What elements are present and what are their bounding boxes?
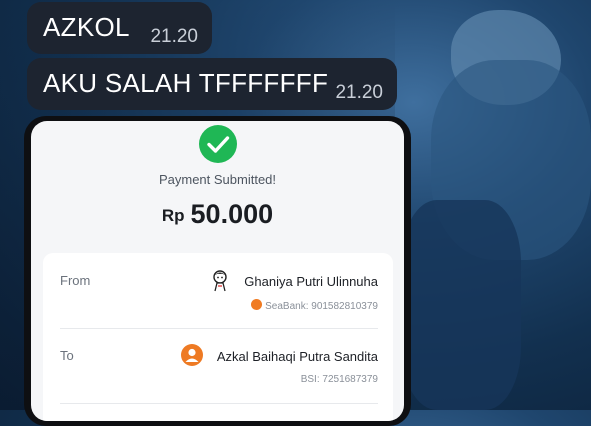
to-label: To	[60, 348, 74, 363]
from-label: From	[60, 273, 91, 288]
divider	[60, 403, 378, 404]
sender-bank: SeaBank: 901582810379	[251, 299, 378, 312]
sender-account: SeaBank: 901582810379	[265, 301, 378, 312]
transfer-details-card: From Ghaniya Putri Ulinnuha SeaBank: 901…	[43, 253, 393, 421]
amount-value: 50.000	[190, 199, 274, 229]
cartoon-avatar-icon	[213, 270, 227, 292]
divider	[60, 328, 378, 329]
message-time: 21.20	[335, 82, 383, 103]
receipt-image[interactable]: Payment Submitted! Rp 50.000 From Ghaniya…	[24, 116, 411, 426]
message-time: 21.20	[150, 26, 198, 47]
message-bubble[interactable]: AKU SALAH TFFFFFFF 21.20	[27, 58, 397, 110]
message-text: AKU SALAH TFFFFFFF	[43, 68, 329, 98]
wallpaper-figure	[395, 0, 591, 410]
receipt-screen: Payment Submitted! Rp 50.000 From Ghaniya…	[31, 121, 404, 421]
user-avatar-icon	[181, 344, 203, 366]
payment-status: Payment Submitted!	[158, 172, 277, 187]
recipient-account: BSI: 7251687379	[300, 374, 378, 385]
currency-label: Rp	[161, 206, 185, 225]
seabank-logo-icon	[251, 299, 263, 310]
sender-name: Ghaniya Putri Ulinnuha	[244, 274, 378, 289]
message-text: AZKOL	[43, 12, 130, 42]
recipient-name: Azkal Baihaqi Putra Sandita	[216, 349, 378, 364]
payment-amount: Rp 50.000	[31, 199, 404, 230]
check-circle-icon	[199, 125, 237, 163]
message-bubble[interactable]: AZKOL 21.20	[27, 2, 212, 54]
